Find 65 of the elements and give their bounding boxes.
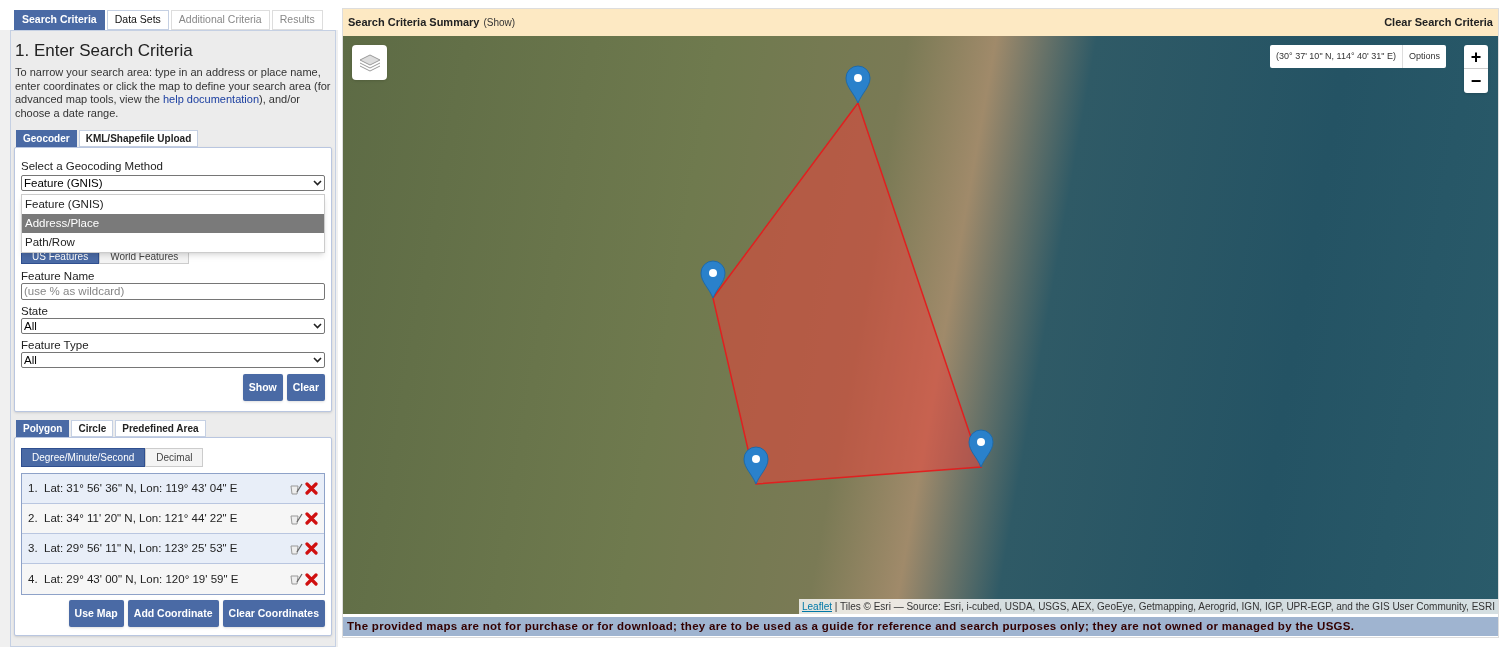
options-button[interactable]: Options (1401, 45, 1446, 68)
coordinate-text: 2. Lat: 34° 11' 20" N, Lon: 121° 44' 22" E (28, 511, 238, 527)
dropdown-option[interactable]: Address/Place (22, 214, 324, 233)
dropdown-select[interactable]: All (21, 318, 325, 335)
section-heading: 1. Enter Search Criteria (14, 41, 194, 61)
satellite-map[interactable]: (30° 37' 10" N, 114° 40' 31" E) Options + − Leaflet | Tiles © Esri — Source: Esri, i-cubed, USDA, USGS, AEX, GeoEye, Getmapping, Aerogrid, IGN, IGP, UPR-EGP, and the GIS User Community, ESRI (343, 36, 1498, 614)
delete-icon[interactable] (305, 542, 318, 556)
coordinate-text: 1. Lat: 31° 56' 36" N, Lon: 119° 43' 04" E (28, 481, 238, 497)
select-value: Feature (GNIS) (24, 175, 103, 191)
show-link[interactable]: (Show) (483, 15, 516, 31)
edit-icon[interactable] (290, 542, 303, 555)
action-button[interactable]: Clear (286, 374, 325, 402)
field-label: Feature Name (21, 270, 96, 284)
coordinate-text: 3. Lat: 29° 56' 11" N, Lon: 123° 25' 53" E (28, 541, 238, 557)
tab[interactable]: Circle (71, 420, 114, 438)
tab[interactable]: Data Sets (106, 10, 169, 30)
action-button[interactable]: Use Map (68, 600, 124, 628)
coordinate-row[interactable]: 1. Lat: 31° 56' 36" N, Lon: 119° 43' 04" E (22, 474, 324, 505)
chevron-down-icon (313, 323, 322, 330)
tab[interactable]: Decimal (145, 448, 204, 468)
intro-paragraph: To narrow your search area: type in an address or place name, enter coordinates or click the map to define your search area (for advanced map tools, view the help documentation), and/or choose a date range. (14, 66, 332, 120)
map-marker[interactable] (845, 65, 871, 104)
help-documentation-link[interactable]: help documentation (163, 93, 259, 105)
coordinate-text: 4. Lat: 29° 43' 00" N, Lon: 120° 19' 59" E (28, 571, 239, 587)
zoom-in-button[interactable]: + (1464, 45, 1488, 69)
leaflet-link[interactable]: Leaflet (801, 601, 832, 612)
tab[interactable]: KML/Shapefile Upload (78, 130, 199, 147)
summary-title: Search Criteria Summary (348, 15, 480, 31)
field-label: Select a Geocoding Method (21, 159, 164, 174)
tab[interactable]: Polygon (16, 420, 70, 438)
dropdown-option[interactable]: Feature (GNIS) (22, 195, 324, 214)
tab[interactable]: Predefined Area (115, 420, 206, 438)
cursor-coordinates: (30° 37' 10" N, 114° 40' 31" E) (1275, 49, 1397, 63)
select-value: All (24, 318, 37, 334)
map-marker[interactable] (743, 446, 769, 485)
attribution-text: | Tiles © Esri — Source: Esri, i-cubed, USDA, USGS, AEX, GeoEye, Getmapping, Aerogrid, IGN, IGP, UPR-EGP, and the GIS User Community, ESRI (834, 601, 1495, 612)
select-value: All (24, 352, 37, 368)
disclaimer-bar: The provided maps are not for purchase or for download; they are to be used as a guide for reference and search purposes only; they are not owned or managed by the USGS. (343, 617, 1498, 636)
field-label: Feature Type (21, 339, 90, 353)
action-button[interactable]: Clear Coordinates (222, 600, 325, 628)
action-button[interactable]: Show (242, 374, 283, 402)
delete-icon[interactable] (305, 482, 318, 496)
chevron-down-icon (313, 357, 322, 364)
delete-icon[interactable] (305, 512, 318, 526)
action-button[interactable]: Add Coordinate (127, 600, 219, 628)
tab[interactable]: Search Criteria (14, 10, 105, 30)
edit-icon[interactable] (290, 573, 303, 586)
edit-icon[interactable] (290, 482, 303, 495)
field-label: State (21, 305, 49, 319)
feature-name-input[interactable]: (use % as wildcard) (21, 283, 325, 301)
chevron-down-icon (313, 180, 322, 187)
coordinate-row[interactable]: 4. Lat: 29° 43' 00" N, Lon: 120° 19' 59" E (22, 564, 324, 595)
layers-icon (358, 52, 381, 73)
edit-icon[interactable] (290, 512, 303, 525)
zoom-out-button[interactable]: − (1464, 69, 1488, 93)
map-marker[interactable] (968, 429, 994, 468)
map-marker[interactable] (700, 260, 726, 299)
dropdown-select[interactable]: All (21, 352, 325, 369)
clear-search-criteria-link[interactable]: Clear Search Criteria (1384, 14, 1493, 31)
delete-icon[interactable] (305, 572, 318, 586)
tab[interactable]: Geocoder (16, 130, 77, 147)
geocoding-method-select[interactable]: Feature (GNIS) (21, 175, 325, 192)
coordinate-row[interactable]: 2. Lat: 34° 11' 20" N, Lon: 121° 44' 22" E (22, 504, 324, 535)
coordinate-row[interactable]: 3. Lat: 29° 56' 11" N, Lon: 123° 25' 53" E (22, 534, 324, 565)
tab[interactable]: Degree/Minute/Second (21, 448, 146, 468)
